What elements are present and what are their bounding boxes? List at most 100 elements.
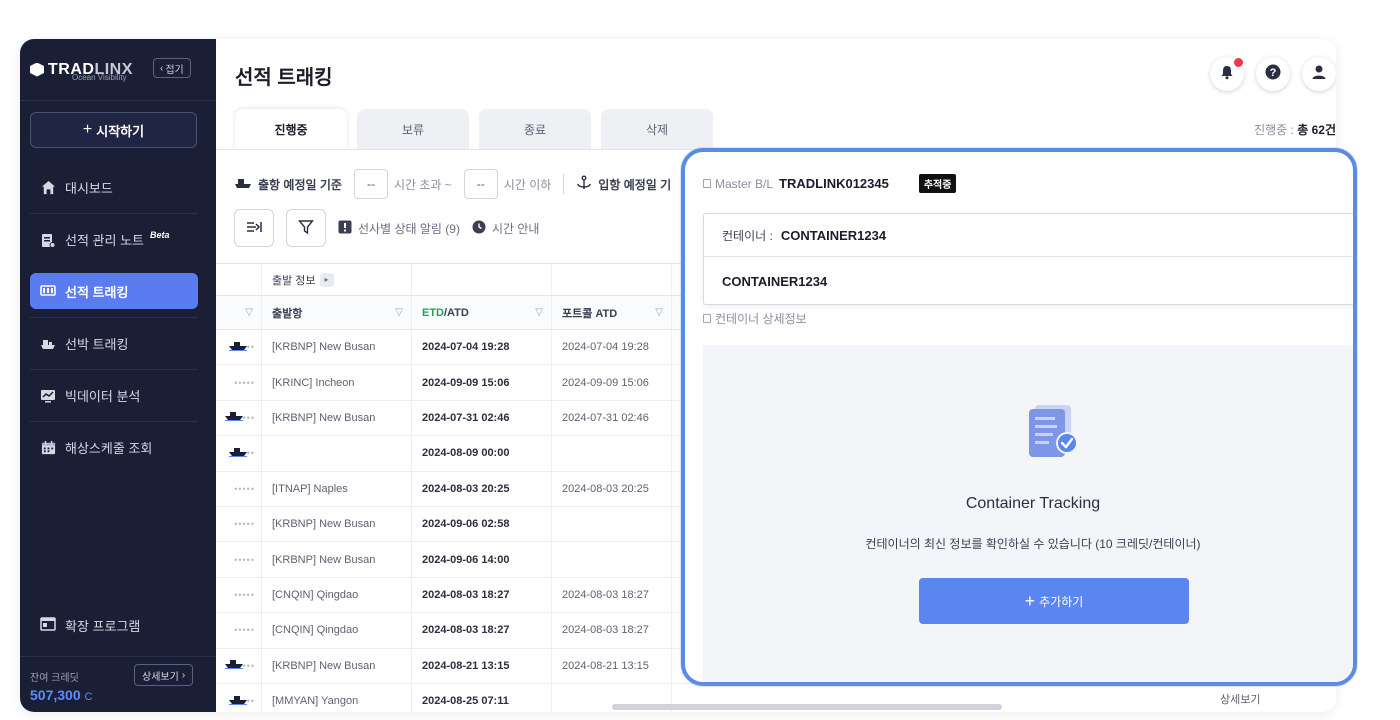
- sidebar-item-shipment-tracking[interactable]: 선적 트래킹: [30, 273, 198, 309]
- sidebar-item-schedule[interactable]: 해상스케줄 조회: [30, 421, 198, 473]
- column-settings-button[interactable]: [234, 209, 274, 247]
- progress-dots: ••: [246, 342, 255, 353]
- credit-detail-button[interactable]: 상세보기 ›: [134, 664, 194, 686]
- tab-completed[interactable]: 종료: [479, 109, 591, 149]
- filter-icon[interactable]: ▽: [245, 307, 253, 318]
- departure-port-cell: [262, 436, 412, 471]
- chevron-left-icon: ‹: [160, 62, 164, 74]
- etd-cell: 2024-08-21 13:15: [412, 648, 552, 683]
- filter-icon: [298, 219, 314, 238]
- bell-icon: [1219, 64, 1235, 85]
- departure-port-cell: [KRBNP] New Busan: [262, 648, 412, 683]
- ship-icon: [228, 341, 247, 354]
- sidebar-item-label: 선적 트래킹: [65, 284, 129, 300]
- start-button[interactable]: + 시작하기: [30, 112, 197, 148]
- header-actions: ?: [1210, 57, 1336, 91]
- vessel-status-indicator: ••: [216, 436, 262, 471]
- expand-icon[interactable]: ▸: [319, 272, 334, 287]
- departure-port-cell: [KRINC] Incheon: [262, 365, 412, 400]
- profile-button[interactable]: [1302, 57, 1336, 91]
- credit-detail-label: 상세보기: [142, 671, 179, 683]
- logo[interactable]: TRADLINX Ocean Visibility ‹ 접기: [20, 39, 216, 101]
- column-header-port[interactable]: 출발항 ▽: [262, 296, 412, 329]
- etd-cell: 2024-09-06 02:58: [412, 506, 552, 542]
- filter-icon[interactable]: ▽: [655, 307, 663, 318]
- tab-in-progress[interactable]: 진행중: [235, 109, 347, 149]
- vessel-status-indicator: •••: [216, 648, 262, 683]
- notification-button[interactable]: [1210, 57, 1244, 91]
- calendar-icon: [40, 440, 56, 456]
- progress-dots: •••••: [234, 377, 255, 388]
- anchor-icon: [576, 175, 592, 194]
- empty-state-title: Container Tracking: [965, 495, 1101, 512]
- chart-icon: [40, 388, 56, 404]
- add-container-button[interactable]: + 추가하기: [919, 578, 1189, 624]
- group-spacer: [216, 264, 262, 295]
- alert-icon: [338, 220, 352, 237]
- sidebar-item-shipment-note[interactable]: 선적 관리 노트 Beta: [30, 213, 198, 265]
- column-header-portcall[interactable]: 포트콜 ATD ▽: [552, 296, 672, 329]
- portcall-atd-cell: 2024-07-31 02:46: [552, 400, 672, 436]
- group-spacer: [412, 264, 552, 295]
- sidebar-item-label: 선박 트래킹: [65, 337, 129, 352]
- departure-port-cell: [KRBNP] New Busan: [262, 542, 412, 577]
- toolbar: 선사별 상태 알림 (9) 시간 안내: [234, 209, 539, 247]
- collapse-button[interactable]: ‹ 접기: [153, 58, 191, 78]
- column-label-atd: /ATD: [444, 306, 469, 319]
- vessel-status-indicator: •••••: [216, 506, 262, 542]
- etd-cell: 2024-08-03 18:27: [412, 613, 552, 648]
- clock-icon: [472, 220, 486, 237]
- container-document-icon: [1025, 401, 1081, 466]
- extension-icon: [40, 616, 56, 634]
- credit-label: 잔여 크레딧: [30, 673, 79, 684]
- sidebar-item-vessel-tracking[interactable]: 선박 트래킹: [30, 317, 198, 369]
- help-button[interactable]: ?: [1256, 57, 1290, 91]
- filter-button[interactable]: [286, 209, 326, 247]
- column-label: 포트콜 ATD: [562, 307, 618, 320]
- container-info-label: 컨테이너 상세정보: [703, 310, 807, 327]
- logo-icon: [30, 62, 44, 77]
- row-detail-link[interactable]: 상세보기: [1220, 691, 1260, 707]
- carrier-alert-button[interactable]: 선사별 상태 알림 (9): [338, 220, 460, 237]
- progress-dots: •••: [242, 660, 255, 671]
- vessel-status-indicator: •••: [216, 400, 262, 436]
- portcall-atd-cell: 2024-09-09 15:06: [552, 365, 672, 400]
- column-header-etd[interactable]: ETD/ATD ▽: [412, 296, 552, 329]
- hours-over-input[interactable]: --: [353, 169, 388, 199]
- filter-icon[interactable]: ▽: [395, 307, 403, 318]
- time-guide-button[interactable]: 시간 안내: [472, 220, 539, 237]
- filter-icon[interactable]: ▽: [535, 307, 543, 318]
- ship-icon: [224, 411, 243, 424]
- sidebar-item-dashboard[interactable]: 대시보드: [30, 161, 198, 213]
- tab-on-hold[interactable]: 보류: [357, 109, 469, 149]
- progress-dots: ••: [246, 696, 255, 707]
- beta-badge: Beta: [149, 229, 170, 240]
- sidebar-item-label: 대시보드: [65, 180, 113, 196]
- status-badge: 추적중: [918, 174, 957, 193]
- sidebar-item-label: 빅데이터 분석: [65, 389, 141, 404]
- portcall-atd-cell: 2024-08-03 18:27: [552, 577, 672, 613]
- departure-filter-label: 출항 예정일 기준: [258, 177, 342, 192]
- hours-under-label: 시간 이하: [503, 177, 552, 192]
- document-icon: [703, 179, 711, 188]
- container-tracking-popup: Master B/L TRADLINK012345 추적중 컨테이너 : CON…: [681, 148, 1357, 686]
- horizontal-scrollbar[interactable]: [612, 704, 1002, 710]
- carrier-alert-label: 선사별 상태 알림 (9): [358, 221, 460, 236]
- etd-cell: 2024-08-03 20:25: [412, 471, 552, 506]
- vessel-status-indicator: ••: [216, 683, 262, 712]
- sidebar-item-extension[interactable]: 확장 프로그램: [30, 607, 140, 643]
- departure-group-header: 출발 정보 ▸: [262, 264, 412, 295]
- sidebar-item-label: 선적 관리 노트: [65, 233, 144, 248]
- sidebar-item-bigdata[interactable]: 빅데이터 분석: [30, 369, 198, 421]
- credit-area: 잔여 크레딧 507,300 C 상세보기 ›: [20, 656, 216, 712]
- hours-under-input[interactable]: --: [463, 169, 498, 199]
- container-select[interactable]: 컨테이너 : CONTAINER1234 CONTAINER1234: [703, 213, 1353, 305]
- container-select-current[interactable]: 컨테이너 : CONTAINER1234: [704, 214, 1353, 257]
- document-icon: [703, 314, 711, 323]
- note-icon: [40, 232, 56, 248]
- departure-port-cell: [KRBNP] New Busan: [262, 330, 412, 365]
- tab-deleted[interactable]: 삭제: [601, 109, 713, 149]
- status-column-header[interactable]: ▽: [216, 296, 262, 329]
- ship-icon: [228, 695, 247, 708]
- container-option[interactable]: CONTAINER1234: [704, 257, 1353, 305]
